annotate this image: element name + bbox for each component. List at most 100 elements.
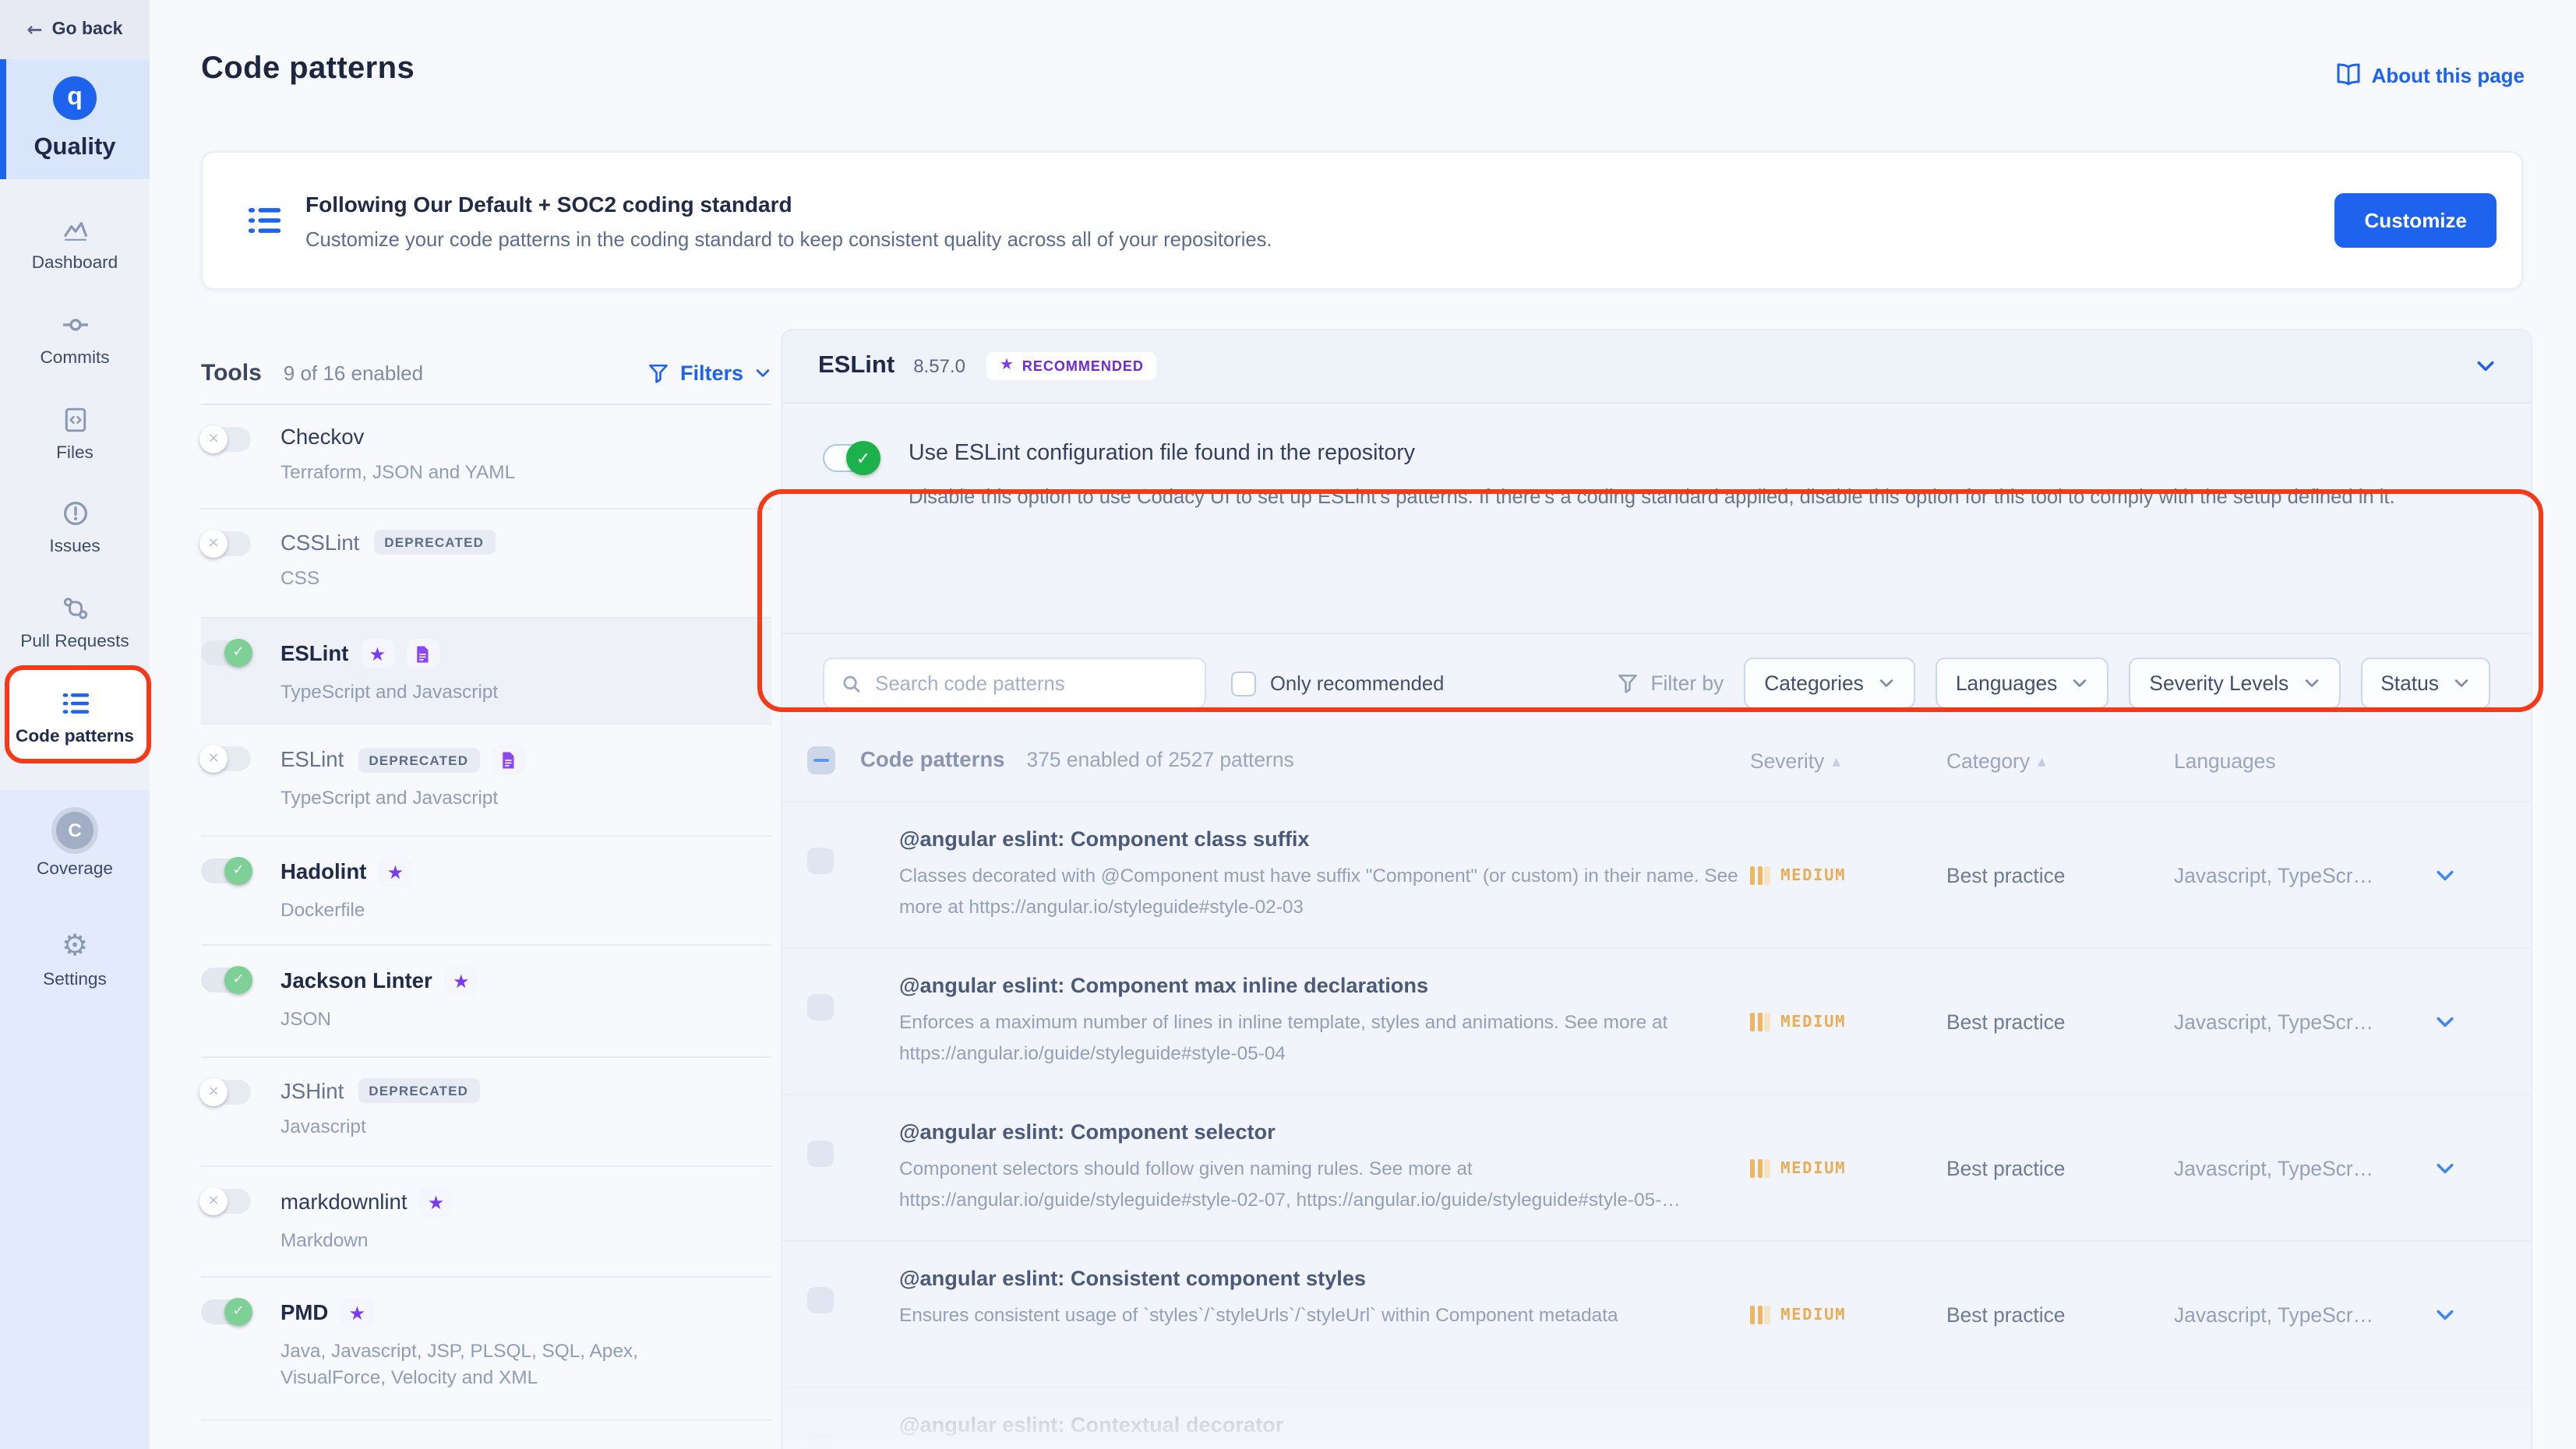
- tool-row-pmd[interactable]: ✓ PMD ★ Java, Javascript, JSP, PLSQL, SQ…: [201, 1278, 771, 1421]
- chevron-down-icon: [2453, 675, 2470, 692]
- tools-list: Tools 9 of 16 enabled Filters × Checkov …: [201, 341, 771, 1421]
- pattern-row[interactable]: @angular eslint: Component class suffix …: [782, 801, 2531, 947]
- tool-row-jshint[interactable]: × JSHint DEPRECATED Javascript: [201, 1058, 771, 1167]
- chevron-down-icon: [2303, 675, 2320, 692]
- funnel-icon: [649, 362, 669, 383]
- go-back-button[interactable]: ← Go back: [0, 0, 150, 59]
- pattern-checkbox[interactable]: [807, 1287, 834, 1313]
- pattern-row[interactable]: @angular eslint: Contextual decorator En…: [782, 1387, 2531, 1449]
- recommended-star-icon: ★: [341, 1298, 373, 1327]
- eslint-panel-header[interactable]: ESLint 8.57.0 ★ RECOMMENDED: [782, 330, 2531, 404]
- config-toggle-description: Disable this option to use Codacy UI to …: [909, 480, 2395, 513]
- tool-toggle[interactable]: ✓: [201, 640, 251, 665]
- tool-row-checkov[interactable]: × Checkov Terraform, JSON and YAML: [201, 405, 771, 509]
- sidebar: ← Go back q Quality Dashboard Commits Fi…: [0, 0, 150, 1449]
- expand-chevron-icon[interactable]: [2434, 864, 2456, 886]
- tool-toggle[interactable]: ×: [201, 427, 251, 452]
- about-this-page-link[interactable]: About this page: [2336, 62, 2525, 87]
- tool-row-hadolint[interactable]: ✓ Hadolint ★ Dockerfile: [201, 837, 771, 946]
- sidebar-item-code-patterns[interactable]: Code patterns: [0, 684, 150, 771]
- tool-row-csslint[interactable]: × CSSLint DEPRECATED CSS: [201, 509, 771, 619]
- sidebar-item-label: Issues: [0, 538, 150, 556]
- pattern-description: Enforces a maximum number of lines in in…: [899, 1008, 1753, 1069]
- recommended-star-icon: ★: [445, 966, 478, 996]
- tool-languages: JSON: [281, 1007, 478, 1033]
- customize-button[interactable]: Customize: [2335, 193, 2497, 248]
- severity-badge: MEDIUM: [1750, 1012, 1846, 1031]
- tools-count: 9 of 16 enabled: [284, 361, 423, 384]
- tool-languages: Terraform, JSON and YAML: [281, 460, 515, 486]
- collapse-chevron-icon[interactable]: [2475, 355, 2497, 377]
- sidebar-item-settings[interactable]: ⚙ Settings: [0, 927, 150, 1014]
- pattern-checkbox[interactable]: [807, 1433, 834, 1449]
- pattern-description: Ensures consistent usage of `styles`/`st…: [899, 1301, 1753, 1331]
- only-recommended-label: Only recommended: [1270, 672, 1444, 695]
- pattern-row[interactable]: @angular eslint: Component max inline de…: [782, 947, 2531, 1094]
- sidebar-item-files[interactable]: Files: [0, 400, 150, 488]
- tool-row-eslint-deprecated[interactable]: × ESLint DEPRECATED TypeScript and Javas…: [201, 724, 771, 837]
- commit-icon: [0, 308, 150, 340]
- categories-dropdown[interactable]: Categories: [1744, 658, 1915, 709]
- sidebar-item-pull-requests[interactable]: Pull Requests: [0, 589, 150, 676]
- tool-name: Checkov: [281, 425, 364, 449]
- sidebar-item-commits[interactable]: Commits: [0, 305, 150, 393]
- tools-header: Tools 9 of 16 enabled Filters: [201, 341, 771, 405]
- tool-languages: CSS: [281, 566, 495, 592]
- pull-request-icon: [0, 592, 150, 623]
- severity-medium-icon: [1750, 1012, 1770, 1031]
- only-recommended-control[interactable]: Only recommended: [1231, 671, 1444, 696]
- chevron-down-icon: [754, 364, 771, 381]
- column-category[interactable]: Category▲: [1946, 749, 2046, 773]
- search-code-patterns-input[interactable]: [823, 658, 1206, 709]
- tools-title: Tools: [201, 359, 262, 386]
- tool-row-eslint[interactable]: ✓ ESLint ★ TypeScript and Javascript: [201, 619, 771, 724]
- pattern-row[interactable]: @angular eslint: Consistent component st…: [782, 1240, 2531, 1387]
- pattern-category: Best practice: [1946, 1156, 2065, 1179]
- tool-name: Jackson Linter: [281, 969, 432, 992]
- column-languages[interactable]: Languages: [2174, 749, 2276, 773]
- sidebar-item-quality[interactable]: q Quality: [0, 59, 150, 179]
- pattern-checkbox[interactable]: [807, 848, 834, 874]
- tools-filters-button[interactable]: Filters: [649, 361, 771, 384]
- tool-toggle[interactable]: ×: [201, 531, 251, 556]
- recommended-star-icon: ★: [379, 857, 411, 887]
- config-toggle-section: ✓ Use ESLint configuration file found in…: [782, 404, 2531, 634]
- tool-toggle[interactable]: ✓: [201, 1299, 251, 1324]
- severity-levels-dropdown[interactable]: Severity Levels: [2129, 658, 2340, 709]
- table-title: Code patterns: [860, 748, 1005, 771]
- only-recommended-checkbox[interactable]: [1231, 671, 1256, 696]
- sort-caret-icon: ▲: [2038, 756, 2046, 768]
- pattern-category: Best practice: [1946, 1303, 2065, 1326]
- use-config-file-toggle[interactable]: ✓: [823, 444, 879, 472]
- tool-toggle[interactable]: ×: [201, 746, 251, 771]
- pattern-row[interactable]: @angular eslint: Component selector Comp…: [782, 1094, 2531, 1240]
- sidebar-item-issues[interactable]: Issues: [0, 494, 150, 581]
- tool-row-jackson-linter[interactable]: ✓ Jackson Linter ★ JSON: [201, 946, 771, 1058]
- tool-toggle[interactable]: ✓: [201, 858, 251, 883]
- tool-languages: TypeScript and Javascript: [281, 785, 524, 812]
- tool-toggle[interactable]: ✓: [201, 968, 251, 992]
- check-icon: ✓: [846, 441, 880, 475]
- tool-toggle[interactable]: ×: [201, 1080, 251, 1105]
- sidebar-item-label: Pull Requests: [0, 633, 150, 651]
- pattern-category: Best practice: [1946, 1010, 2065, 1033]
- filter-by-label-group: Filter by: [1618, 672, 1724, 695]
- tool-languages: Javascript: [281, 1114, 479, 1141]
- deprecated-badge: DEPRECATED: [358, 747, 479, 772]
- tool-toggle[interactable]: ×: [201, 1189, 251, 1214]
- pattern-checkbox[interactable]: [807, 994, 834, 1021]
- expand-chevron-icon[interactable]: [2434, 1157, 2456, 1179]
- expand-chevron-icon[interactable]: [2434, 1303, 2456, 1325]
- status-dropdown[interactable]: Status: [2360, 658, 2490, 709]
- languages-dropdown[interactable]: Languages: [1936, 658, 2109, 709]
- tool-row-markdownlint[interactable]: × markdownlint ★ Markdown: [201, 1167, 771, 1278]
- select-all-checkbox-indeterminate[interactable]: [807, 746, 835, 774]
- sidebar-item-label: Coverage: [0, 860, 150, 879]
- search-icon: [842, 672, 861, 694]
- search-input[interactable]: [875, 672, 1187, 695]
- expand-chevron-icon[interactable]: [2434, 1010, 2456, 1032]
- column-severity[interactable]: Severity▲: [1750, 749, 1840, 773]
- sidebar-item-dashboard[interactable]: Dashboard: [0, 210, 150, 298]
- pattern-checkbox[interactable]: [807, 1141, 834, 1167]
- sidebar-item-coverage[interactable]: C Coverage: [0, 812, 150, 899]
